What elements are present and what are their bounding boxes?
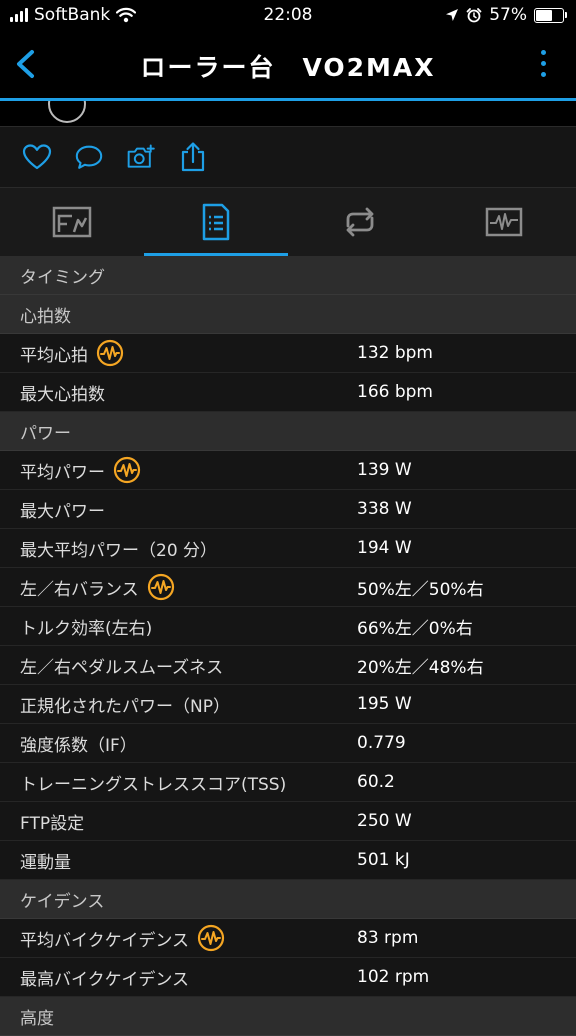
stat-value: 194 W	[357, 538, 412, 558]
stat-value: 60.2	[357, 772, 395, 792]
tab-overview[interactable]	[0, 188, 144, 256]
stat-label: 左／右バランス	[20, 579, 139, 600]
chevron-left-icon	[17, 50, 34, 78]
stat-label: 強度係数（IF）	[20, 735, 137, 756]
stat-label: 最高バイクケイデンス	[20, 969, 189, 990]
stat-label: 平均心拍	[20, 345, 88, 366]
stat-label: トレーニングストレススコア(TSS)	[20, 774, 287, 795]
back-button[interactable]	[6, 44, 46, 84]
stat-row-normalized-power: 正規化されたパワー（NP） 195 W	[0, 685, 576, 724]
like-button[interactable]	[22, 142, 52, 172]
share-button[interactable]	[178, 142, 208, 172]
section-header-altitude: 高度	[0, 997, 576, 1036]
stat-value: 501 kJ	[357, 850, 410, 870]
stat-value: 139 W	[357, 460, 412, 480]
stat-row-tss: トレーニングストレススコア(TSS) 60.2	[0, 763, 576, 802]
chart-card-icon	[52, 206, 92, 238]
stat-row-torque-effectiveness: トルク効率(左右) 66%左／0%右	[0, 607, 576, 646]
battery-percent: 57%	[489, 5, 527, 25]
battery-icon	[534, 7, 567, 23]
stat-label: 平均パワー	[20, 462, 105, 483]
stat-value: 132 bpm	[357, 343, 433, 363]
stat-label: 最大平均パワー（20 分）	[20, 540, 218, 561]
comment-icon	[75, 145, 103, 169]
waveform-icon	[485, 207, 523, 237]
stat-row-lr-balance: 左／右バランス 50%左／50%右	[0, 568, 576, 607]
camera-plus-icon	[127, 144, 155, 168]
stat-label: 正規化されたパワー（NP）	[20, 696, 230, 717]
nav-bar: ローラー台 VO2MAX	[0, 32, 576, 101]
stat-value: 250 W	[357, 811, 412, 831]
add-photo-button[interactable]	[126, 142, 156, 172]
insight-badge-icon[interactable]	[197, 924, 225, 952]
stat-row-max-avg-power-20min: 最大平均パワー（20 分） 194 W	[0, 529, 576, 568]
stat-label: FTP設定	[20, 813, 85, 834]
stat-value: 66%左／0%右	[357, 618, 473, 639]
share-icon	[181, 142, 205, 172]
stat-row-max-hr: 最大心拍数 166 bpm	[0, 373, 576, 412]
status-bar: SoftBank 22:08 57%	[0, 0, 576, 32]
stat-label: 左／右ペダルスムーズネス	[20, 657, 224, 678]
action-bar	[0, 127, 576, 188]
stat-label: 平均バイクケイデンス	[20, 930, 189, 951]
comment-button[interactable]	[74, 142, 104, 172]
stat-row-work: 運動量 501 kJ	[0, 841, 576, 880]
tab-laps[interactable]	[288, 188, 432, 256]
document-list-icon	[202, 203, 230, 241]
alarm-icon	[466, 8, 482, 23]
page-title: ローラー台 VO2MAX	[140, 53, 436, 82]
stat-row-avg-cadence: 平均バイクケイデンス 83 rpm	[0, 919, 576, 958]
stat-value: 83 rpm	[357, 928, 419, 948]
more-menu-button[interactable]	[541, 50, 546, 77]
stat-label: 最大心拍数	[20, 384, 105, 405]
stat-label: 最大パワー	[20, 501, 105, 522]
tab-bar	[0, 188, 576, 256]
section-header-power: パワー	[0, 412, 576, 451]
heart-icon	[22, 144, 52, 170]
stat-label: トルク効率(左右)	[20, 618, 153, 639]
insight-badge-icon[interactable]	[147, 573, 175, 601]
stat-value: 102 rpm	[357, 967, 430, 987]
stat-value: 50%左／50%右	[357, 579, 484, 600]
stat-row-ftp-setting: FTP設定 250 W	[0, 802, 576, 841]
section-header-cadence: ケイデンス	[0, 880, 576, 919]
activity-icon-partial	[48, 101, 86, 123]
stat-value: 195 W	[357, 694, 412, 714]
insight-badge-icon[interactable]	[113, 456, 141, 484]
tab-stats[interactable]	[144, 188, 288, 256]
section-header-heart-rate: 心拍数	[0, 295, 576, 334]
stat-row-avg-power: 平均パワー 139 W	[0, 451, 576, 490]
tab-graphs[interactable]	[432, 188, 576, 256]
stat-row-intensity-factor: 強度係数（IF） 0.779	[0, 724, 576, 763]
activity-header-strip	[0, 101, 576, 127]
section-header-timing: タイミング	[0, 256, 576, 295]
repeat-icon	[346, 207, 374, 237]
stat-value: 20%左／48%右	[357, 657, 484, 678]
stat-value: 166 bpm	[357, 382, 433, 402]
stat-label: 運動量	[20, 852, 71, 873]
stat-row-max-cadence: 最高バイクケイデンス 102 rpm	[0, 958, 576, 997]
location-arrow-icon	[446, 9, 459, 21]
stat-value: 338 W	[357, 499, 412, 519]
insight-badge-icon[interactable]	[96, 339, 124, 367]
stat-row-max-power: 最大パワー 338 W	[0, 490, 576, 529]
stat-value: 0.779	[357, 733, 406, 753]
stat-row-avg-hr: 平均心拍 132 bpm	[0, 334, 576, 373]
stat-row-pedal-smoothness: 左／右ペダルスムーズネス 20%左／48%右	[0, 646, 576, 685]
